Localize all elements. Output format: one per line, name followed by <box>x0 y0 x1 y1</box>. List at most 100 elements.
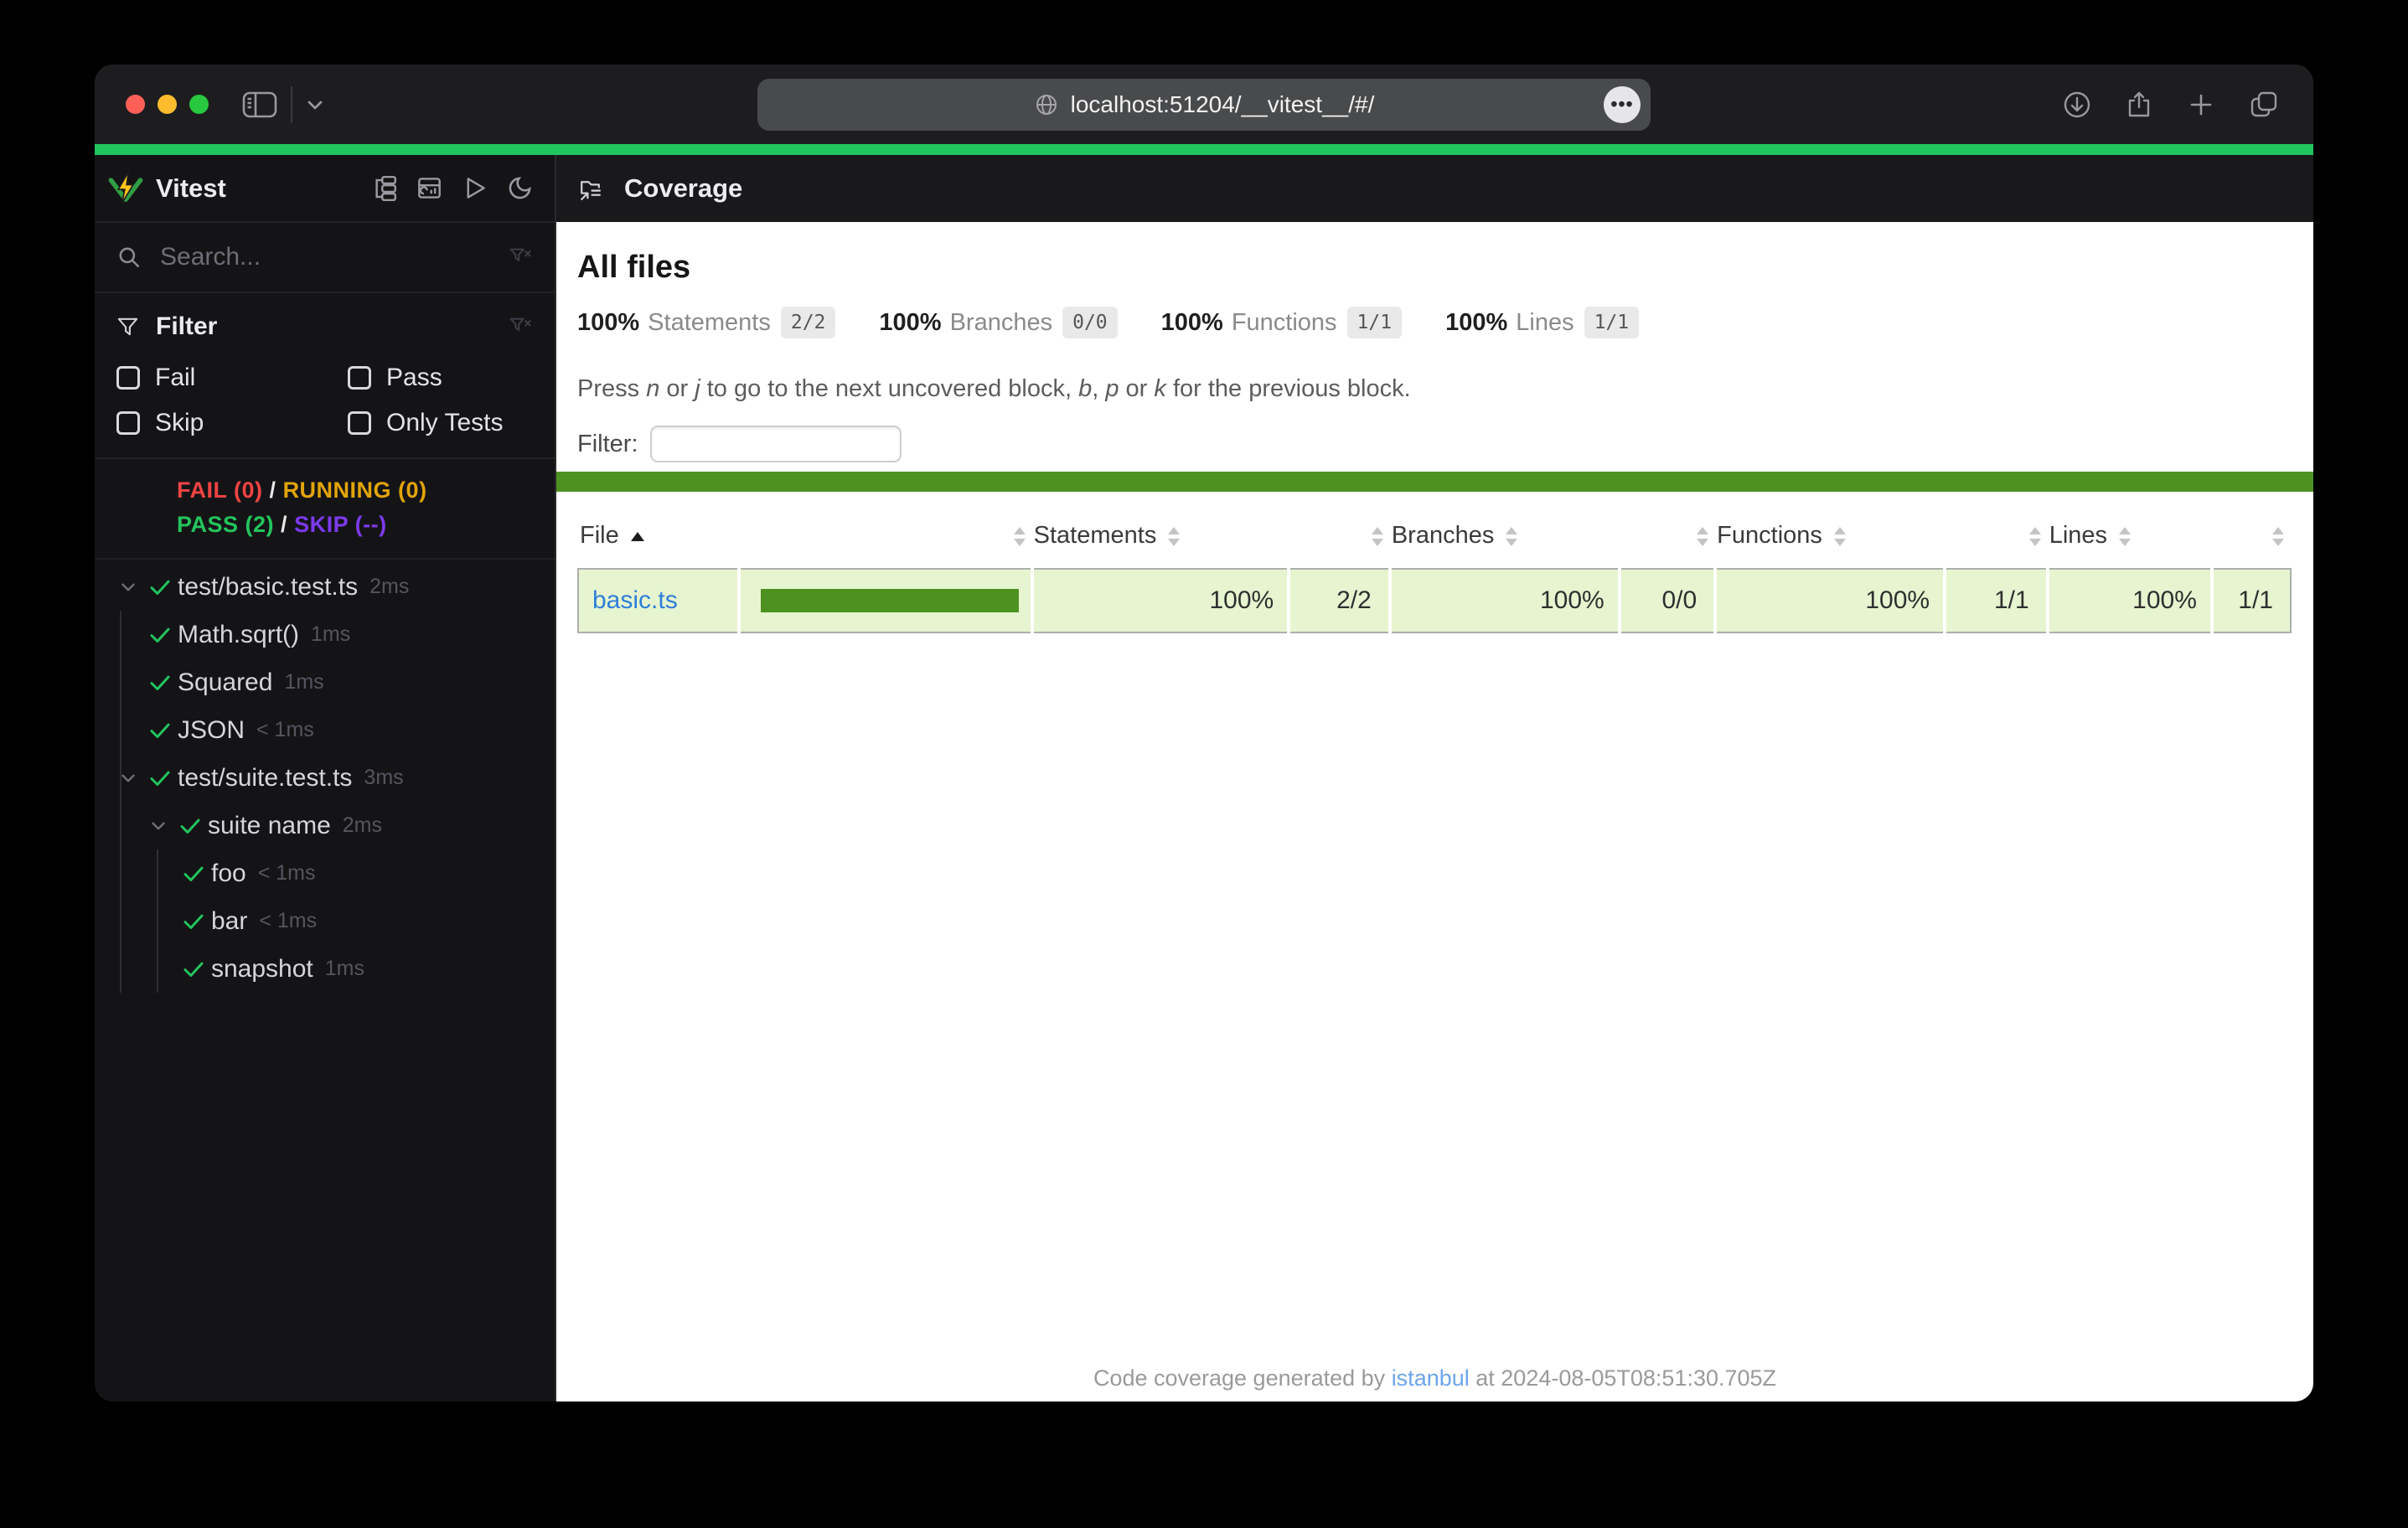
column-header-sorter[interactable] <box>1945 514 2048 569</box>
search-icon <box>116 245 142 270</box>
functions-pct-cell: 100% <box>1715 569 1945 632</box>
keyboard-hint: Press n or j to go to the next uncovered… <box>577 374 2292 403</box>
running-count: RUNNING (0) <box>283 478 427 503</box>
table-row[interactable]: basic.ts 100% 2/2 100% 0/0 100% 1/1 100%… <box>578 569 2291 632</box>
close-window-button[interactable] <box>126 95 145 114</box>
tree-item[interactable]: Squared1ms <box>95 658 555 706</box>
tree-item[interactable]: bar< 1ms <box>95 897 555 945</box>
clear-filter-icon[interactable] <box>508 314 533 339</box>
coverage-bar-fill <box>761 589 1019 612</box>
tree-item[interactable]: suite name 2ms <box>95 802 555 849</box>
fail-count: FAIL (0) <box>177 478 263 503</box>
search-input[interactable] <box>160 243 508 271</box>
column-header-sorter[interactable] <box>1620 514 1715 569</box>
sort-icon <box>1168 527 1180 546</box>
test-duration: 1ms <box>311 622 350 647</box>
table-filter-label: Filter: <box>577 431 638 458</box>
metric-functions: 100%Functions1/1 <box>1161 307 1402 338</box>
test-label: Math.sqrt() <box>178 621 299 649</box>
column-header-lines[interactable]: Lines <box>2048 514 2212 569</box>
column-header-sorter[interactable] <box>1289 514 1390 569</box>
tree-item[interactable]: test/basic.test.ts 2ms <box>95 563 555 611</box>
test-label: test/suite.test.ts <box>178 764 352 792</box>
pass-check-icon <box>147 766 178 791</box>
statements-ratio-cell: 2/2 <box>1289 569 1390 632</box>
traffic-lights <box>126 95 209 114</box>
filter-checkbox-pass[interactable]: Pass <box>348 364 442 392</box>
minimize-window-button[interactable] <box>158 95 177 114</box>
sidebar-search <box>95 223 555 293</box>
tab-overview-icon[interactable] <box>2248 89 2280 121</box>
test-label: suite name <box>208 812 331 840</box>
dashboard-icon[interactable] <box>416 175 442 201</box>
branches-pct-cell: 100% <box>1390 569 1620 632</box>
sidebar-toggle-icon[interactable] <box>240 89 279 121</box>
pass-count: PASS (2) <box>177 512 274 537</box>
run-all-tests-icon[interactable] <box>462 175 488 201</box>
coverage-status-bar <box>556 472 2313 492</box>
sort-icon <box>2029 527 2041 546</box>
checkbox-icon[interactable] <box>348 411 371 435</box>
functions-ratio-cell: 1/1 <box>1945 569 2048 632</box>
test-label: test/basic.test.ts <box>178 573 358 601</box>
chevron-down-icon[interactable] <box>117 576 147 598</box>
column-header-branches[interactable]: Branches <box>1390 514 1620 569</box>
chevron-down-icon[interactable] <box>117 767 147 789</box>
sidebar-filter-section: Filter Fail Pass <box>95 293 555 459</box>
column-header-functions[interactable]: Functions <box>1715 514 1945 569</box>
filter-checkbox-only-tests[interactable]: Only Tests <box>348 409 504 437</box>
test-label: snapshot <box>211 955 313 983</box>
checkbox-icon[interactable] <box>116 411 140 435</box>
column-header-file[interactable]: File <box>578 514 739 569</box>
tree-item[interactable]: test/suite.test.ts 3ms <box>95 754 555 802</box>
lines-pct-cell: 100% <box>2048 569 2212 632</box>
test-tree-view-icon[interactable] <box>371 175 397 201</box>
test-duration: 2ms <box>343 813 382 838</box>
clear-search-filter-icon[interactable] <box>508 245 533 270</box>
sort-icon <box>1014 527 1026 546</box>
pass-check-icon <box>181 957 211 982</box>
sidebar-chevron-down-icon[interactable] <box>304 96 326 113</box>
sort-icon <box>1834 527 1846 546</box>
checkbox-icon[interactable] <box>116 366 140 390</box>
metric-fraction-badge: 1/1 <box>1347 307 1403 338</box>
pass-check-icon <box>147 622 178 648</box>
page-settings-button[interactable]: ••• <box>1604 86 1641 123</box>
checkbox-icon[interactable] <box>348 366 371 390</box>
share-icon[interactable] <box>2124 90 2154 120</box>
test-duration: 2ms <box>369 575 409 599</box>
column-header-sorter[interactable] <box>2212 514 2291 569</box>
filter-checkbox-fail[interactable]: Fail <box>116 364 348 392</box>
file-link[interactable]: basic.ts <box>592 586 678 614</box>
new-tab-icon[interactable] <box>2186 90 2216 120</box>
test-label: Squared <box>178 668 272 697</box>
filter-checkbox-skip[interactable]: Skip <box>116 409 348 437</box>
url-bar[interactable]: localhost:51204/__vitest__/#/ ••• <box>757 79 1651 131</box>
tree-item[interactable]: Math.sqrt() 1ms <box>95 611 555 658</box>
metric-statements: 100%Statements2/2 <box>577 307 835 338</box>
table-filter-input[interactable] <box>650 426 902 462</box>
coverage-bar-cell <box>739 569 1032 632</box>
browser-toolbar: localhost:51204/__vitest__/#/ ••• <box>95 65 2313 144</box>
tree-item[interactable]: JSON< 1ms <box>95 706 555 754</box>
downloads-icon[interactable] <box>2062 90 2092 120</box>
metric-branches: 100%Branches0/0 <box>879 307 1117 338</box>
column-header-sorter[interactable] <box>739 514 1032 569</box>
coverage-metrics: 100%Statements2/2 100%Branches0/0 100%Func… <box>577 304 2292 341</box>
tree-item[interactable]: foo< 1ms <box>95 849 555 897</box>
istanbul-link[interactable]: istanbul <box>1392 1365 1470 1391</box>
dark-mode-toggle-icon[interactable] <box>507 175 533 201</box>
tree-item[interactable]: snapshot 1ms <box>95 945 555 993</box>
coverage-header: Coverage <box>556 155 2313 222</box>
vitest-sidebar: Vitest <box>95 155 556 1402</box>
column-header-statements[interactable]: Statements <box>1032 514 1289 569</box>
zoom-window-button[interactable] <box>189 95 209 114</box>
test-duration: < 1ms <box>256 718 314 742</box>
test-duration: 3ms <box>364 766 403 790</box>
chevron-down-icon[interactable] <box>147 815 178 837</box>
coverage-title: Coverage <box>624 173 742 204</box>
indent-guide <box>120 611 121 993</box>
test-duration: 1ms <box>325 957 364 981</box>
vitest-logo-icon <box>107 170 144 207</box>
sort-icon <box>2272 527 2284 546</box>
